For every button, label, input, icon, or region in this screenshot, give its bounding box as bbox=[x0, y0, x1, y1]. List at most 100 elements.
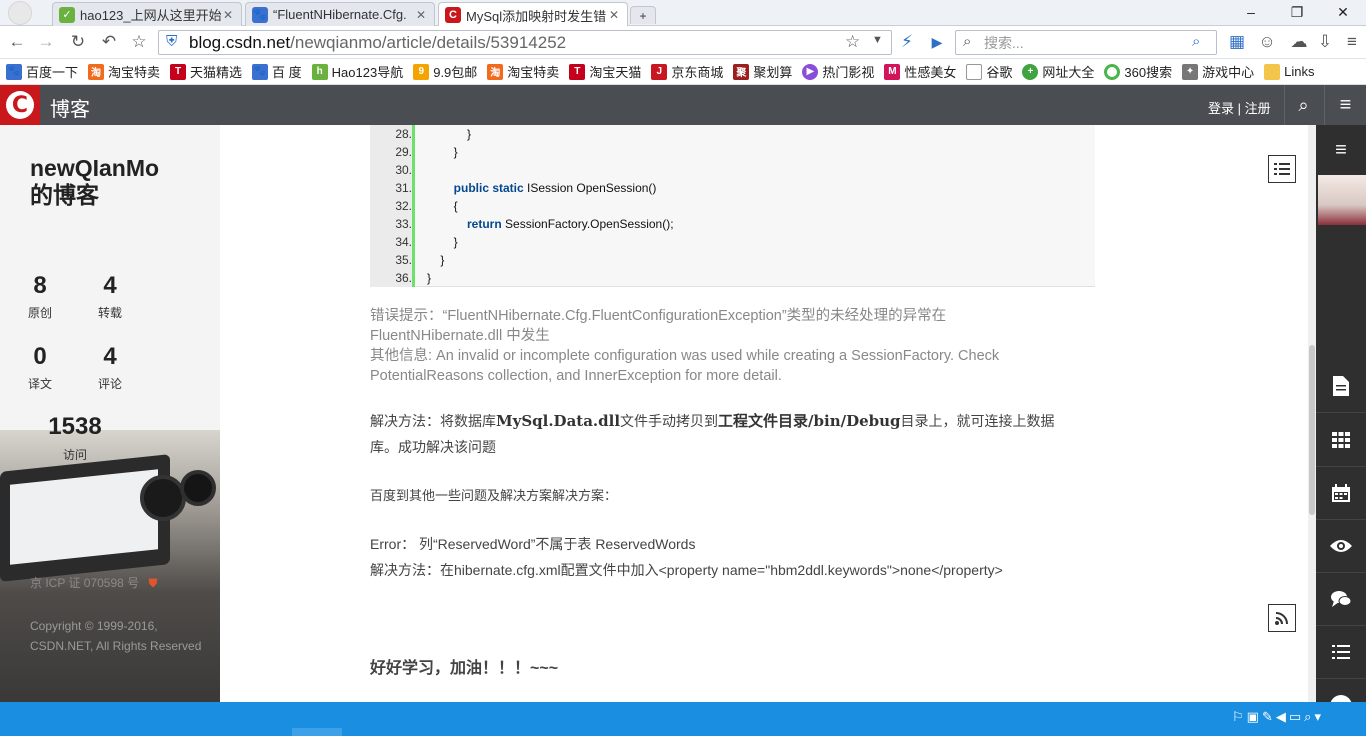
back-icon[interactable]: ← bbox=[5, 30, 29, 54]
code-block: 28. 29. 30. 31. 32. 33. 34. 35. 36. } } public s… bbox=[370, 125, 1095, 287]
article-content: 28. 29. 30. 31. 32. 33. 34. 35. 36. } } public s… bbox=[220, 125, 1316, 702]
stat-repost-count: 4 bbox=[103, 272, 117, 299]
calendar-icon[interactable] bbox=[1316, 467, 1366, 520]
stat-repost-label: 转载 bbox=[97, 306, 122, 320]
csdn-logo[interactable]: C bbox=[0, 85, 40, 125]
stat-comment-label: 评论 bbox=[97, 377, 122, 391]
tray-keyboard-icon[interactable]: ▭ bbox=[1289, 709, 1304, 724]
folder-icon bbox=[1264, 63, 1281, 80]
stat-original-count: 8 bbox=[33, 272, 47, 299]
hao123-icon: h bbox=[311, 63, 328, 80]
rail-menu-icon[interactable]: ≡ bbox=[1316, 125, 1366, 175]
search-icon: ⌕ bbox=[963, 33, 972, 50]
register-link[interactable]: 注册 bbox=[1245, 101, 1271, 116]
bookmark-item[interactable]: 360搜索 bbox=[1104, 62, 1172, 81]
bookmark-item[interactable]: h Hao123导航 bbox=[311, 62, 403, 81]
bookmark-item[interactable]: 淘淘宝特卖 bbox=[487, 62, 559, 81]
lightning-icon[interactable]: ⚡ bbox=[895, 30, 919, 54]
login-link[interactable]: 登录 bbox=[1208, 101, 1234, 116]
navigation-bar: ← → ↻ ↶ ☆ ⛨ blog.csdn.net/newqianmo/arti… bbox=[0, 26, 1366, 59]
error-message: 错误提示：“FluentNHibernate.Cfg.FluentConfigu… bbox=[370, 308, 1000, 384]
tab-hao123[interactable]: ✓ hao123_上网从这里开始 ✕ bbox=[52, 2, 242, 26]
author-avatar[interactable] bbox=[1318, 175, 1366, 225]
bookmark-item[interactable]: T 淘宝天猫 bbox=[569, 62, 641, 81]
play-icon[interactable]: ▶ bbox=[925, 30, 949, 54]
tray-volume-icon[interactable]: ◀ bbox=[1276, 709, 1289, 724]
tab-fluentnhibernate[interactable]: 🐾 “FluentNHibernate.Cfg. ✕ bbox=[245, 2, 435, 26]
code-line-number: 30. bbox=[395, 163, 412, 177]
taskbar-active-app[interactable] bbox=[292, 728, 342, 736]
dropdown-icon[interactable]: ▼ bbox=[872, 34, 883, 46]
new-tab-button[interactable]: + bbox=[630, 6, 656, 24]
blog-title[interactable]: newQIanMo 的博客 bbox=[30, 155, 159, 209]
bookmark-item[interactable]: M 性感美女 bbox=[884, 62, 956, 81]
list-icon[interactable] bbox=[1268, 155, 1296, 183]
bookmark-item[interactable]: 🐾 百 度 bbox=[252, 62, 302, 81]
code-line: { bbox=[427, 199, 458, 213]
header-menu-icon[interactable]: ≡ bbox=[1324, 85, 1366, 125]
minimize-icon[interactable]: – bbox=[1228, 0, 1274, 24]
solution-paragraph: 解决方法：将数据库MySql.Data.dll文件手动拷贝到工程文件目录/bin… bbox=[370, 412, 1055, 455]
bookmark-item[interactable]: J 京东商城 bbox=[651, 62, 723, 81]
m-icon: M bbox=[884, 63, 901, 80]
code-line-number: 29. bbox=[395, 145, 412, 159]
taobao-icon: 淘 bbox=[487, 63, 504, 80]
close-tab-icon[interactable]: ✕ bbox=[221, 8, 235, 22]
scrollbar-thumb[interactable] bbox=[1309, 345, 1315, 515]
search-go-icon[interactable]: ⌕ bbox=[1192, 33, 1200, 50]
tmall-icon: T bbox=[170, 63, 187, 80]
bookmark-item[interactable]: 聚聚划算 bbox=[733, 62, 792, 81]
bookmark-star-icon[interactable]: ☆ bbox=[845, 32, 860, 52]
camera-lens-image bbox=[180, 470, 216, 506]
tray-search-icon[interactable]: ⌕ bbox=[1304, 709, 1314, 724]
site-label[interactable]: 博客 bbox=[50, 93, 90, 122]
reload-icon[interactable]: ↻ bbox=[66, 30, 90, 54]
download-icon[interactable]: ⇩ bbox=[1313, 30, 1337, 54]
tray-network-icon[interactable]: ⚐ bbox=[1232, 709, 1247, 724]
grid-icon[interactable] bbox=[1316, 414, 1366, 467]
bookmark-item[interactable]: T 天猫精选 bbox=[170, 62, 242, 81]
bookmark-item[interactable]: ▶ 热门影视 bbox=[802, 62, 874, 81]
solution2-line: 解决方法：在hibernate.cfg.xml配置文件中加入<property … bbox=[370, 562, 1003, 578]
separator: | bbox=[1237, 101, 1242, 116]
system-tray[interactable]: ⚐▣✎◀▭⌕▾ bbox=[1232, 709, 1324, 725]
tray-expand-icon[interactable]: ▾ bbox=[1314, 709, 1324, 724]
forward-icon[interactable]: → bbox=[34, 30, 58, 54]
bookmark-item[interactable]: 🐾 百度一下 bbox=[6, 62, 78, 81]
close-tab-icon[interactable]: ✕ bbox=[607, 8, 621, 22]
eye-icon[interactable] bbox=[1316, 520, 1366, 573]
menu-icon[interactable]: ≡ bbox=[1340, 30, 1364, 54]
bookmark-item[interactable]: 淘淘宝特卖 bbox=[88, 62, 160, 81]
tray-app-icon[interactable]: ▣ bbox=[1247, 709, 1262, 724]
favorite-star-icon[interactable]: ☆ bbox=[127, 30, 151, 54]
restore-icon[interactable]: ❐ bbox=[1274, 0, 1320, 24]
undo-icon[interactable]: ↶ bbox=[97, 30, 121, 54]
tray-tool-icon[interactable]: ✎ bbox=[1262, 709, 1276, 724]
bookmark-item[interactable]: ✦ 游戏中心 bbox=[1182, 62, 1254, 81]
chat-icon[interactable] bbox=[1316, 573, 1366, 626]
address-bar[interactable]: ⛨ blog.csdn.net/newqianmo/article/detail… bbox=[158, 30, 892, 55]
bookmark-item[interactable]: 9 9.9包邮 bbox=[413, 62, 477, 81]
browser-search-input[interactable]: ⌕ 搜索... ⌕ bbox=[955, 30, 1217, 55]
profile-photo-icon[interactable]: ☺ bbox=[1255, 30, 1279, 54]
code-line-number: 36. bbox=[395, 271, 412, 285]
taobao-icon: 淘 bbox=[88, 63, 105, 80]
user-avatar-icon[interactable] bbox=[8, 1, 32, 25]
close-window-icon[interactable]: ✕ bbox=[1320, 0, 1366, 24]
csdn-header: C 博客 登录 | 注册 ⌕ ≡ bbox=[0, 85, 1366, 125]
cloud-icon[interactable]: ☁ bbox=[1287, 30, 1311, 54]
close-tab-icon[interactable]: ✕ bbox=[414, 8, 428, 22]
tab-mysql-active[interactable]: C MySql添加映射时发生错 ✕ bbox=[438, 2, 628, 27]
blog-sidebar: newQIanMo 的博客 8 原创 4 转载 0 译文 4 评论 1538 访… bbox=[0, 125, 220, 702]
bookmark-item[interactable]: 谷歌 bbox=[966, 62, 1012, 81]
baidu-icon: 🐾 bbox=[6, 63, 22, 80]
extensions-grid-icon[interactable]: ▦ bbox=[1225, 30, 1249, 54]
police-badge-icon: ⛊ bbox=[148, 576, 158, 590]
rss-icon[interactable] bbox=[1268, 604, 1296, 632]
header-search-icon[interactable]: ⌕ bbox=[1284, 85, 1322, 125]
document-icon[interactable] bbox=[1316, 360, 1366, 413]
bookmark-item[interactable]: Links bbox=[1264, 63, 1315, 80]
ordered-list-icon[interactable] bbox=[1316, 626, 1366, 679]
bookmark-item[interactable]: + 网址大全 bbox=[1022, 62, 1094, 81]
csdn-favicon-icon: C bbox=[445, 7, 461, 23]
